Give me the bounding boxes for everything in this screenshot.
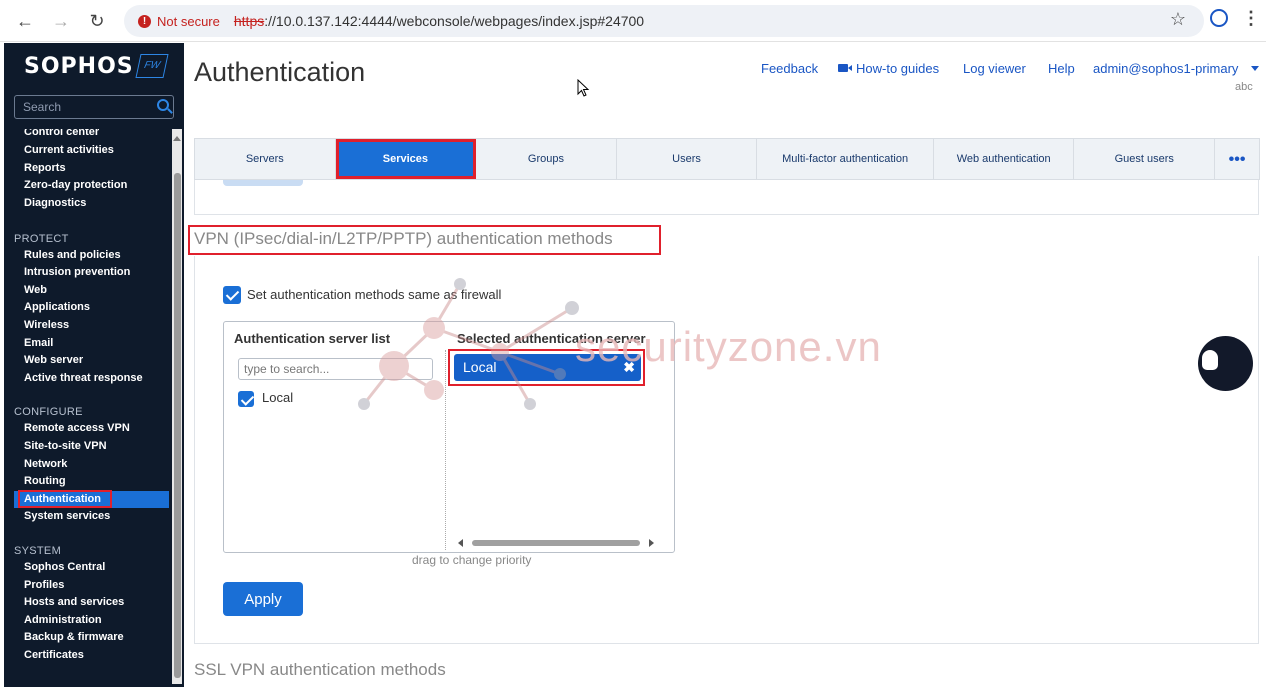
- tab-servers[interactable]: Servers: [195, 139, 336, 179]
- sidebar: SOPHOS FW Control center Current activit…: [4, 43, 184, 687]
- video-icon: [838, 64, 852, 72]
- previous-section-button[interactable]: [223, 180, 303, 186]
- search-icon[interactable]: [157, 99, 169, 111]
- sidebar-search[interactable]: [14, 95, 174, 119]
- address-bar[interactable]: ! Not secure https://10.0.137.142:4444/w…: [124, 5, 1204, 37]
- nav-active-threat-response[interactable]: Active threat response: [24, 372, 143, 384]
- nav-reports[interactable]: Reports: [24, 162, 66, 174]
- selected-list-scrollbar[interactable]: [456, 538, 656, 548]
- scroll-right-icon[interactable]: [649, 539, 654, 547]
- available-server-local[interactable]: Local: [262, 390, 293, 405]
- nav-heading-protect: PROTECT: [14, 233, 69, 245]
- nav-web[interactable]: Web: [24, 284, 47, 296]
- same-as-firewall-label: Set authentication methods same as firew…: [247, 287, 502, 302]
- nav-site-to-site-vpn[interactable]: Site-to-site VPN: [24, 440, 107, 452]
- security-label: Not secure: [157, 13, 220, 29]
- ssl-section-title: SSL VPN authentication methods: [194, 660, 446, 679]
- reload-icon[interactable]: ↻: [84, 8, 110, 34]
- nav-profiles[interactable]: Profiles: [24, 579, 64, 591]
- admin-menu[interactable]: admin@sophos1-primary: [1093, 61, 1238, 76]
- back-icon[interactable]: ←: [12, 8, 38, 34]
- tab-services[interactable]: Services: [335, 139, 477, 179]
- browser-toolbar: ← → ↻ ! Not secure https://10.0.137.142:…: [0, 0, 1266, 42]
- url-scheme: https: [233, 13, 265, 29]
- tab-multi-factor-authentication[interactable]: Multi-factor authentication: [757, 139, 934, 179]
- nav-heading-configure: CONFIGURE: [14, 406, 83, 418]
- nav-rules-and-policies[interactable]: Rules and policies: [24, 249, 121, 261]
- nav-heading-system: SYSTEM: [14, 545, 62, 557]
- nav-administration[interactable]: Administration: [24, 614, 102, 626]
- feedback-link[interactable]: Feedback: [761, 61, 818, 76]
- nav-wireless[interactable]: Wireless: [24, 319, 69, 331]
- nav-remote-access-vpn[interactable]: Remote access VPN: [24, 422, 130, 434]
- scroll-left-icon[interactable]: [458, 539, 463, 547]
- bookmark-star-icon[interactable]: ☆: [1170, 9, 1186, 30]
- nav-control-center[interactable]: Control center: [24, 129, 99, 138]
- warning-icon: !: [138, 14, 151, 28]
- list-divider: [445, 350, 446, 550]
- page-title: Authentication: [194, 57, 366, 87]
- url-text: https://10.0.137.142:4444/webconsole/web…: [234, 13, 644, 29]
- tab-more-icon[interactable]: •••: [1215, 139, 1259, 179]
- assistant-button[interactable]: [1198, 336, 1253, 391]
- previous-section-panel: [194, 180, 1259, 215]
- sidebar-search-input[interactable]: [15, 96, 145, 118]
- help-link[interactable]: Help: [1048, 61, 1075, 76]
- profile-icon[interactable]: [1210, 9, 1228, 27]
- nav-system-services[interactable]: System services: [24, 510, 110, 522]
- log-viewer-link[interactable]: Log viewer: [963, 61, 1026, 76]
- server-filter-input[interactable]: [238, 358, 433, 380]
- url-rest: ://10.0.137.142:4444/webconsole/webpages…: [264, 13, 645, 29]
- same-as-firewall-checkbox[interactable]: [223, 286, 241, 304]
- sidebar-scrollbar-thumb[interactable]: [174, 173, 181, 678]
- nav-applications[interactable]: Applications: [24, 301, 90, 313]
- nav-certificates[interactable]: Certificates: [24, 649, 84, 661]
- tab-groups[interactable]: Groups: [476, 139, 617, 179]
- tab-bar: Servers Services Groups Users Multi-fact…: [194, 138, 1260, 180]
- nav-hosts-and-services[interactable]: Hosts and services: [24, 596, 124, 608]
- nav-authentication[interactable]: Authentication: [24, 493, 101, 505]
- sophos-logo: SOPHOS: [24, 54, 134, 79]
- scroll-up-icon[interactable]: [173, 136, 181, 141]
- security-indicator[interactable]: ! Not secure: [136, 9, 230, 33]
- tab-users[interactable]: Users: [617, 139, 758, 179]
- tab-web-authentication[interactable]: Web authentication: [934, 139, 1075, 179]
- nav-intrusion-prevention[interactable]: Intrusion prevention: [24, 266, 130, 278]
- selected-server-heading: Selected authentication server: [457, 331, 646, 346]
- selected-server-highlight: [448, 349, 645, 386]
- mouse-cursor-icon: [577, 79, 590, 97]
- nav-sophos-central[interactable]: Sophos Central: [24, 561, 105, 573]
- server-list-heading: Authentication server list: [234, 331, 391, 346]
- nav-routing[interactable]: Routing: [24, 475, 66, 487]
- local-server-checkbox[interactable]: [238, 391, 254, 407]
- apply-button[interactable]: Apply: [223, 582, 303, 616]
- nav-menu: Control center Current activities Report…: [4, 129, 170, 687]
- nav-backup-firmware[interactable]: Backup & firmware: [24, 631, 124, 643]
- nav-web-server[interactable]: Web server: [24, 354, 83, 366]
- vpn-section-title: VPN (IPsec/dial-in/L2TP/PPTP) authentica…: [194, 229, 613, 248]
- browser-menu-icon[interactable]: ⋮: [1242, 8, 1260, 29]
- lightbulb-icon: [1202, 350, 1218, 370]
- drag-hint: drag to change priority: [412, 553, 532, 567]
- nav-current-activities[interactable]: Current activities: [24, 144, 114, 156]
- howto-link[interactable]: How-to guides: [856, 61, 939, 76]
- nav-zero-day-protection[interactable]: Zero-day protection: [24, 179, 127, 191]
- chevron-down-icon[interactable]: [1251, 66, 1259, 71]
- scrollbar-thumb[interactable]: [472, 540, 640, 546]
- nav-network[interactable]: Network: [24, 458, 67, 470]
- tab-guest-users[interactable]: Guest users: [1074, 139, 1216, 179]
- nav-email[interactable]: Email: [24, 337, 53, 349]
- forward-icon[interactable]: →: [48, 8, 74, 34]
- fw-badge: FW: [135, 54, 169, 78]
- admin-sub-label: abc: [1235, 81, 1253, 93]
- nav-diagnostics[interactable]: Diagnostics: [24, 197, 86, 209]
